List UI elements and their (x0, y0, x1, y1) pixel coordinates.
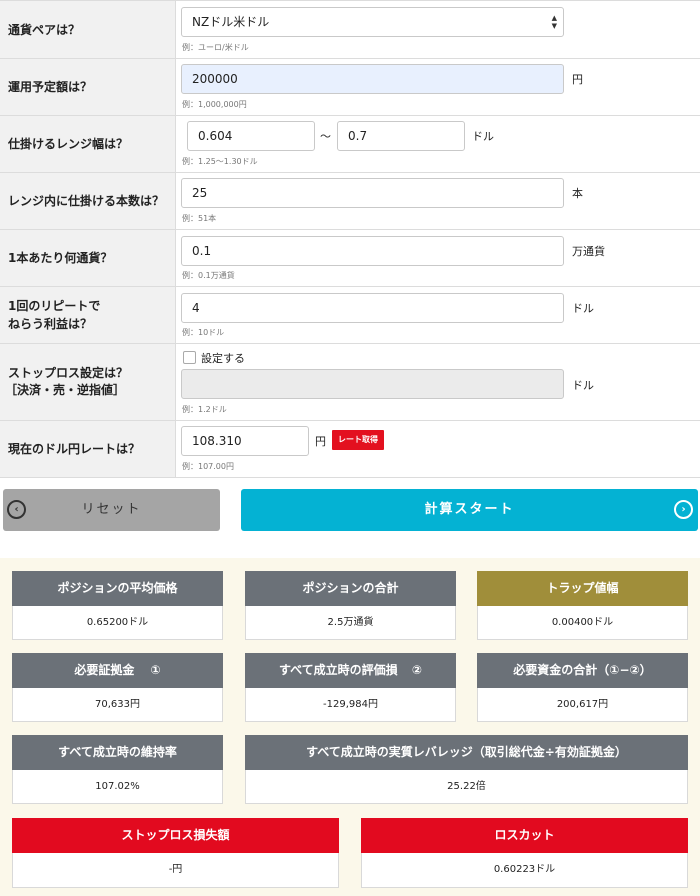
card-average-price-value: 0.65200ドル (86, 617, 149, 628)
card-loss-cut: ロスカット 0.60223ドル (361, 818, 688, 888)
row-count: レンジ内に仕掛ける本数は？ 25 本 例：51本 (0, 173, 700, 230)
card-total-funds-value: 200,617円 (556, 699, 609, 710)
range-low-input[interactable]: 0.604 (187, 121, 315, 151)
card-total-position-title: ポジションの合計 (245, 571, 456, 606)
usdjpy-rate-unit: 円 (315, 435, 326, 448)
card-required-margin-title: 必要証拠金 (74, 663, 135, 677)
card-maintenance-ratio: すべて成立時の維持率 107.02% (12, 735, 223, 804)
card-total-funds-title: 必要資金の合計（①−②） (477, 653, 688, 688)
range-high-input[interactable]: 0.7 (337, 121, 465, 151)
row-amount: 運用予定額は？ 200000 円 例：1,000,000円 (0, 59, 700, 116)
select-arrows-icon: ▲ ▼ (551, 14, 557, 30)
stop-loss-checkbox-label: 設定する (201, 352, 245, 365)
row-currency-pair: 通貨ペアは？ NZドル米ドル ▲ ▼ 例：ユーロ/米ドル (0, 1, 700, 59)
card-trap-width-title: トラップ値幅 (477, 571, 688, 606)
row-range: 仕掛けるレンジ幅は？ 0.604 〜 0.7 ドル 例：1.25〜1.30ドル (0, 116, 700, 173)
card-unrealized-loss-value: -129,984円 (323, 699, 378, 710)
stop-loss-input[interactable] (181, 369, 564, 399)
card-effective-leverage-title: すべて成立時の実質レバレッジ（取引総代金÷有効証拠金） (245, 735, 688, 770)
card-unrealized-loss-title: すべて成立時の評価損 (278, 663, 398, 677)
usdjpy-rate-input[interactable]: 108.310 (181, 426, 309, 456)
card-maintenance-ratio-title: すべて成立時の維持率 (12, 735, 223, 770)
card-average-price: ポジションの平均価格 0.65200ドル (12, 571, 223, 640)
label-profit-line2: ねらう利益は？ (8, 317, 93, 331)
units-per-order-unit: 万通貨 (572, 245, 605, 258)
count-unit: 本 (572, 187, 583, 200)
calculator-form: 通貨ペアは？ NZドル米ドル ▲ ▼ 例：ユーロ/米ドル 運用予定額は？ 2000… (0, 0, 700, 478)
units-per-order-input[interactable]: 0.1 (181, 236, 564, 266)
hint-units-per-order: 例：0.1万通貨 (182, 271, 235, 280)
card-trap-width: トラップ値幅 0.00400ドル (477, 571, 688, 640)
stop-loss-unit: ドル (572, 379, 594, 392)
card-stop-loss-amount: ストップロス損失額 -円 (12, 818, 339, 888)
chevron-right-circle-icon: › (674, 500, 693, 519)
row-units-per-order: 1本あたり何通貨？ 0.1 万通貨 例：0.1万通貨 (0, 230, 700, 287)
label-amount: 運用予定額は？ (8, 80, 93, 94)
label-profit-line1: 1回のリピートで (8, 299, 101, 313)
label-count: レンジ内に仕掛ける本数は？ (8, 194, 165, 208)
label-usdjpy-rate: 現在のドル円レートは？ (8, 442, 141, 456)
profit-unit: ドル (572, 302, 594, 315)
card-required-margin-value: 70,633円 (95, 699, 140, 710)
amount-unit: 円 (572, 73, 583, 86)
hint-currency-pair: 例：ユーロ/米ドル (182, 43, 249, 52)
row-usdjpy-rate: 現在のドル円レートは？ 108.310 円 レート取得 例：107.00円 (0, 421, 700, 478)
hint-stop-loss: 例：1.2ドル (182, 405, 227, 414)
count-input[interactable]: 25 (181, 178, 564, 208)
label-range: 仕掛けるレンジ幅は？ (8, 137, 129, 151)
results-panel: ポジションの平均価格 0.65200ドル ポジションの合計 2.5万通貨 トラッ… (0, 558, 700, 896)
card-total-funds: 必要資金の合計（①−②） 200,617円 (477, 653, 688, 722)
hint-range: 例：1.25〜1.30ドル (182, 157, 258, 166)
card-required-margin-header: 必要証拠金 ① (12, 653, 223, 688)
card-loss-cut-value: 0.60223ドル (493, 864, 556, 875)
card-stop-loss-amount-value: -円 (168, 864, 183, 875)
card-loss-cut-title: ロスカット (361, 818, 688, 853)
label-units-per-order: 1本あたり何通貨？ (8, 251, 113, 265)
currency-pair-value: NZドル米ドル (192, 15, 270, 29)
label-stop-loss-line1: ストップロス設定は？ (8, 366, 129, 380)
card-stop-loss-amount-title: ストップロス損失額 (12, 818, 339, 853)
range-separator: 〜 (320, 130, 331, 143)
hint-count: 例：51本 (182, 214, 217, 223)
hint-profit: 例：10ドル (182, 328, 225, 337)
card-trap-width-value: 0.00400ドル (551, 617, 614, 628)
label-currency-pair: 通貨ペアは？ (8, 23, 81, 37)
calculate-button[interactable]: 計算スタート › (241, 489, 698, 531)
reset-button-label: リセット (81, 502, 142, 517)
chevron-left-circle-icon: ‹ (7, 500, 26, 519)
range-unit: ドル (472, 130, 494, 143)
card-unrealized-loss-mark: ② (411, 663, 423, 677)
reset-button[interactable]: ‹ リセット (3, 489, 220, 531)
card-required-margin: 必要証拠金 ① 70,633円 (12, 653, 223, 722)
card-total-position-value: 2.5万通貨 (327, 617, 374, 628)
stop-loss-checkbox[interactable] (183, 351, 196, 364)
card-required-margin-mark: ① (150, 663, 161, 677)
currency-pair-select[interactable]: NZドル米ドル ▲ ▼ (181, 7, 564, 37)
card-total-position: ポジションの合計 2.5万通貨 (245, 571, 456, 640)
card-effective-leverage-value: 25.22倍 (447, 781, 486, 792)
hint-usdjpy-rate: 例：107.00円 (182, 462, 234, 471)
profit-input[interactable]: 4 (181, 293, 564, 323)
card-maintenance-ratio-value: 107.02% (95, 781, 140, 792)
get-rate-button[interactable]: レート取得 (332, 430, 384, 450)
card-unrealized-loss-header: すべて成立時の評価損 ② (245, 653, 456, 688)
label-stop-loss-line2: ［決済・売・逆指値］ (5, 383, 126, 397)
calculate-button-label: 計算スタート (424, 502, 515, 517)
amount-input[interactable]: 200000 (181, 64, 564, 94)
card-average-price-title: ポジションの平均価格 (12, 571, 223, 606)
card-effective-leverage: すべて成立時の実質レバレッジ（取引総代金÷有効証拠金） 25.22倍 (245, 735, 688, 804)
hint-amount: 例：1,000,000円 (182, 100, 247, 109)
row-profit: 1回のリピートで ねらう利益は？ 4 ドル 例：10ドル (0, 287, 700, 344)
row-stop-loss: ストップロス設定は？ ［決済・売・逆指値］ 設定する ドル 例：1.2ドル (0, 344, 700, 421)
card-unrealized-loss: すべて成立時の評価損 ② -129,984円 (245, 653, 456, 722)
